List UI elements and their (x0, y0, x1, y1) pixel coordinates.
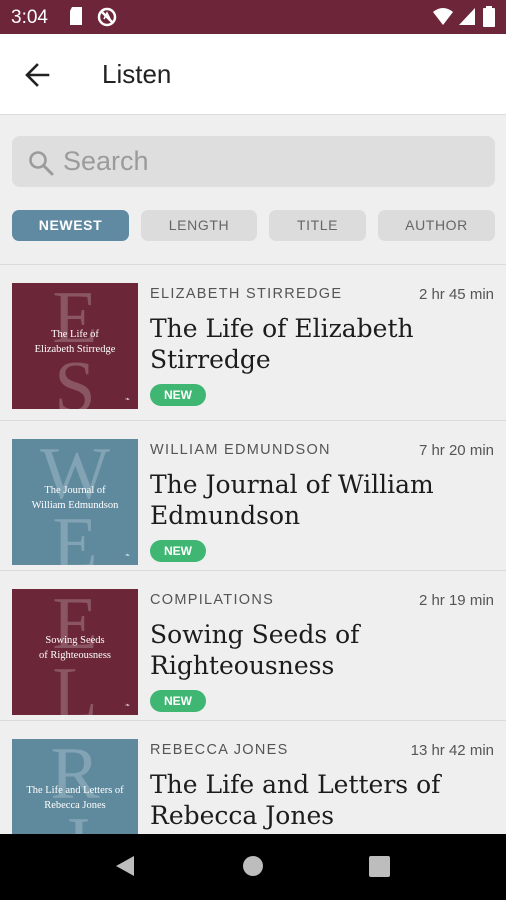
book-duration: 13 hr 42 min (410, 742, 494, 759)
sort-title-button[interactable]: TITLE (269, 210, 366, 241)
audiobook-list: E S The Life of Elizabeth Stirredge ❧ EL… (0, 264, 506, 834)
status-bar: 3:04 (0, 0, 506, 34)
list-item[interactable]: E S The Life of Elizabeth Stirredge ❧ EL… (0, 264, 506, 415)
publisher-logo: ❧ (124, 397, 130, 403)
book-duration: 7 hr 20 min (418, 442, 494, 459)
battery-icon (483, 6, 495, 27)
book-author: WILLIAM EDMUNDSON (150, 442, 331, 458)
book-title: The Life of Elizabeth Stirredge (150, 314, 414, 374)
search-box[interactable] (12, 136, 495, 187)
system-nav-bar (0, 834, 506, 900)
search-icon (29, 151, 54, 176)
cover-title: The Life and Letters of Rebecca Jones (26, 785, 124, 811)
nav-home-icon[interactable] (242, 855, 264, 877)
book-title: The Life and Letters of Rebecca Jones (150, 770, 441, 830)
list-item[interactable]: W E The Journal of William Edmundson ❧ W… (0, 420, 506, 571)
sort-newest-button[interactable]: NEWEST (12, 210, 129, 241)
book-title: Sowing Seeds of Righteousness (150, 620, 360, 680)
nav-recents-icon[interactable] (369, 856, 390, 877)
cover-title: The Journal of William Edmundson (31, 485, 119, 511)
cover-title: The Life of Elizabeth Stirredge (34, 329, 116, 355)
book-duration: 2 hr 45 min (418, 286, 494, 303)
sort-author-button[interactable]: AUTHOR (378, 210, 495, 241)
book-author: COMPILATIONS (150, 592, 275, 608)
app-bar: Listen (0, 34, 506, 115)
new-badge: NEW (150, 384, 206, 406)
status-time: 3:04 (11, 7, 48, 28)
new-badge: NEW (150, 690, 206, 712)
no-disturb-icon (97, 7, 117, 27)
publisher-logo: ❧ (124, 703, 130, 709)
nav-back-icon[interactable] (114, 854, 136, 878)
page-title: Listen (102, 59, 172, 89)
publisher-logo: ❧ (124, 553, 130, 559)
book-cover: R J The Life and Letters of Rebecca Jone… (12, 739, 138, 834)
book-author: REBECCA JONES (150, 742, 289, 758)
book-cover: W E The Journal of William Edmundson ❧ (12, 439, 138, 565)
list-item[interactable]: E L Sowing Seeds of Righteousness ❧ COMP… (0, 570, 506, 721)
new-badge: NEW (150, 540, 206, 562)
book-cover: E L Sowing Seeds of Righteousness ❧ (12, 589, 138, 715)
cover-title: Sowing Seeds of Righteousness (38, 635, 112, 661)
sd-card-icon (70, 7, 82, 25)
list-item[interactable]: R J The Life and Letters of Rebecca Jone… (0, 720, 506, 834)
book-title: The Journal of William Edmundson (150, 470, 434, 530)
signal-icon (459, 8, 475, 25)
book-cover: E S The Life of Elizabeth Stirredge ❧ (12, 283, 138, 409)
book-author: ELIZABETH STIRREDGE (150, 286, 343, 302)
search-input[interactable] (63, 136, 483, 187)
book-duration: 2 hr 19 min (418, 592, 494, 609)
wifi-icon (433, 8, 453, 25)
sort-length-button[interactable]: LENGTH (141, 210, 257, 241)
back-arrow-icon[interactable] (22, 60, 52, 90)
